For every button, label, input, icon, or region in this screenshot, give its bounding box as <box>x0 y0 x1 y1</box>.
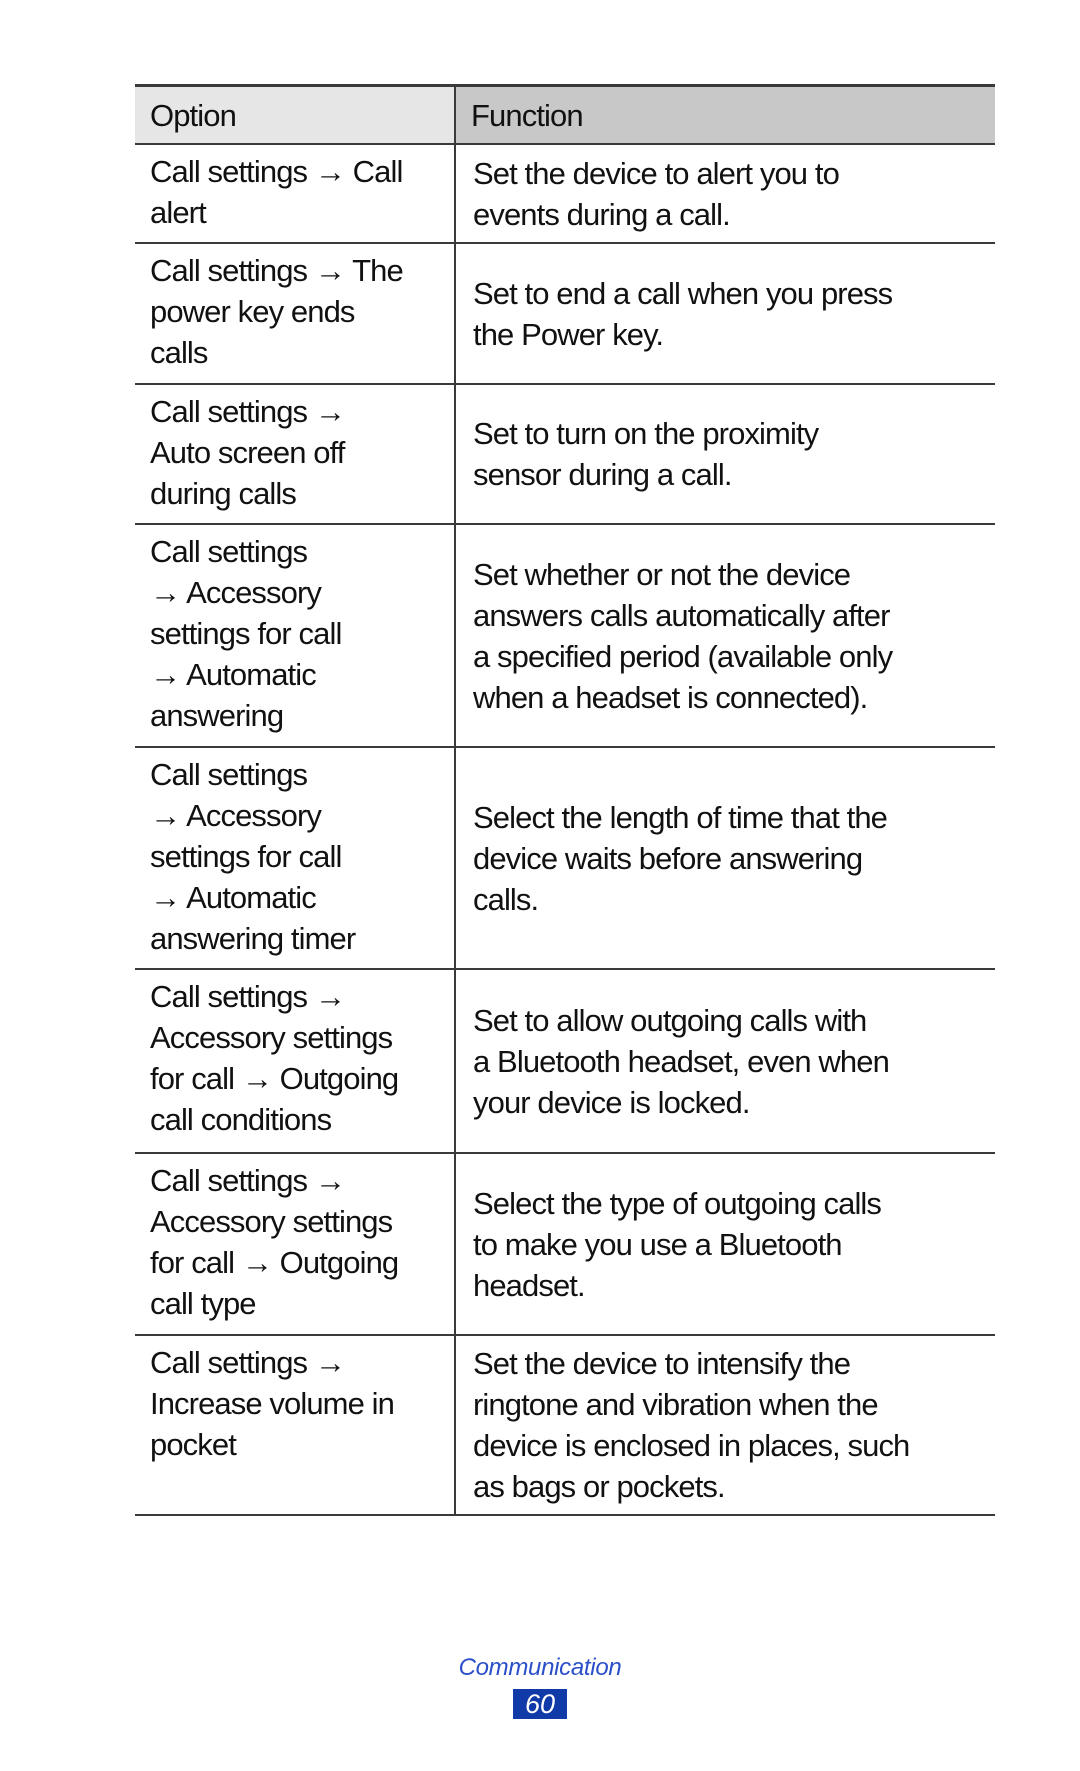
function-text-line: calls. <box>473 881 539 917</box>
option-text-line: Accessory settings <box>150 1204 393 1239</box>
options-table: Option Function Call settings → Call aler… <box>135 84 995 1516</box>
option-text-line: → Automatic <box>150 880 317 915</box>
function-text-line: your device is locked. <box>473 1084 750 1120</box>
function-cell: Set the device to intensify the ringtone … <box>455 1335 995 1515</box>
function-cell: Select the type of outgoing calls to make… <box>455 1153 995 1335</box>
option-text-line: call conditions <box>150 1102 332 1137</box>
option-text-line: alert <box>150 195 207 230</box>
option-cell: Call settings → Call alert <box>135 144 456 243</box>
function-cell: Select the length of time that the device… <box>455 747 995 969</box>
function-cell: Set whether or not the device answers cal… <box>455 524 995 747</box>
option-text-line: Auto screen off <box>150 435 345 470</box>
function-text-line: as bags or pockets. <box>473 1469 726 1504</box>
option-text-line: Accessory settings <box>150 1020 393 1055</box>
function-cell: Set to turn on the proximity sensor durin… <box>455 384 995 524</box>
option-text-line: Call settings → <box>150 1163 346 1198</box>
option-text-line: for call → Outgoing <box>150 1061 399 1096</box>
table-row: Call settings → Accessory settings for cal… <box>135 1153 995 1335</box>
function-text-line: Select the type of outgoing calls <box>473 1185 882 1221</box>
option-cell: Call settings → Accessory settings for cal… <box>135 747 456 969</box>
function-text-line: device waits before answering <box>473 840 863 876</box>
function-text-line: Set the device to intensify the <box>473 1346 851 1381</box>
option-text-line: → Accessory <box>150 798 322 833</box>
option-text-line: Call settings → <box>150 1345 346 1380</box>
header-function: Function <box>455 85 995 144</box>
table-body: Call settings → Call alert Set the device … <box>135 144 995 1515</box>
option-text-line: call type <box>150 1286 257 1321</box>
option-text-line: pocket <box>150 1427 237 1462</box>
function-text-line: when a headset is connected). <box>473 679 868 715</box>
table-header-row: Option Function <box>135 85 995 144</box>
option-text-line: Increase volume in <box>150 1386 395 1421</box>
function-text-line: to make you use a Bluetooth <box>473 1226 843 1262</box>
function-text-line: Select the length of time that the <box>473 799 888 835</box>
section-name: Communication <box>458 1654 622 1681</box>
option-cell: Call settings → Auto screen off during cal… <box>135 384 456 524</box>
option-text-line: Call settings → <box>150 394 346 429</box>
function-text-line: a specified period (available only <box>473 638 893 674</box>
option-text-line: Call settings → <box>150 979 346 1014</box>
table-row: Call settings → Accessory settings for cal… <box>135 747 995 969</box>
function-text-line: headset. <box>473 1267 586 1303</box>
table-row: Call settings → Accessory settings for cal… <box>135 524 995 747</box>
function-text-line: Set to end a call when you press <box>473 275 893 311</box>
options-table-container: Option Function Call settings → Call aler… <box>135 84 995 1516</box>
option-text-line: power key ends <box>150 294 355 329</box>
function-text-line: Set to turn on the proximity <box>473 416 819 451</box>
option-text-line: Call settings <box>150 534 308 569</box>
function-text-line: a Bluetooth headset, even when <box>473 1043 890 1079</box>
function-text-line: the Power key. <box>473 316 664 352</box>
option-text-line: for call → Outgoing <box>150 1245 399 1280</box>
function-text-line: Set the device to alert you to <box>473 155 840 191</box>
table-row: Call settings → The power key ends calls Se… <box>135 243 995 384</box>
option-text-line: Call settings → The <box>150 253 404 288</box>
header-option: Option <box>135 85 456 144</box>
option-text-line: → Accessory <box>150 575 322 610</box>
page-number: 60 <box>513 1689 567 1719</box>
table-row: Call settings → Auto screen off during cal… <box>135 384 995 524</box>
table-row: Call settings → Accessory settings for cal… <box>135 969 995 1153</box>
function-text-line: answers calls automatically after <box>473 597 890 633</box>
function-text-line: device is enclosed in places, such <box>473 1428 910 1463</box>
option-cell: Call settings → Accessory settings for cal… <box>135 524 456 747</box>
option-cell: Call settings → Increase volume in pocket <box>135 1335 456 1515</box>
function-text-line: events during a call. <box>473 196 731 232</box>
option-text-line: settings for call <box>150 839 342 874</box>
option-text-line: Call settings <box>150 757 308 792</box>
option-text-line: during calls <box>150 476 297 511</box>
option-text-line: answering <box>150 698 284 733</box>
function-text-line: ringtone and vibration when the <box>473 1387 879 1422</box>
function-cell: Set to end a call when you press the Powe… <box>455 243 995 384</box>
option-text-line: → Automatic <box>150 657 317 692</box>
option-text-line: Call settings → Call <box>150 154 403 189</box>
function-text-line: Set whether or not the device <box>473 556 851 592</box>
option-cell: Call settings → The power key ends calls <box>135 243 456 384</box>
function-cell: Set the device to alert you to events dur… <box>455 144 995 243</box>
option-text-line: calls <box>150 335 208 370</box>
table-row: Call settings → Increase volume in pocket S… <box>135 1335 995 1515</box>
function-cell: Set to allow outgoing calls with a Blueto… <box>455 969 995 1153</box>
table-row: Call settings → Call alert Set the device … <box>135 144 995 243</box>
option-cell: Call settings → Accessory settings for cal… <box>135 969 456 1153</box>
function-text-line: Set to allow outgoing calls with <box>473 1002 867 1038</box>
option-text-line: answering timer <box>150 921 356 956</box>
function-text-line: sensor during a call. <box>473 457 732 492</box>
option-cell: Call settings → Accessory settings for cal… <box>135 1153 456 1335</box>
option-text-line: settings for call <box>150 616 342 651</box>
